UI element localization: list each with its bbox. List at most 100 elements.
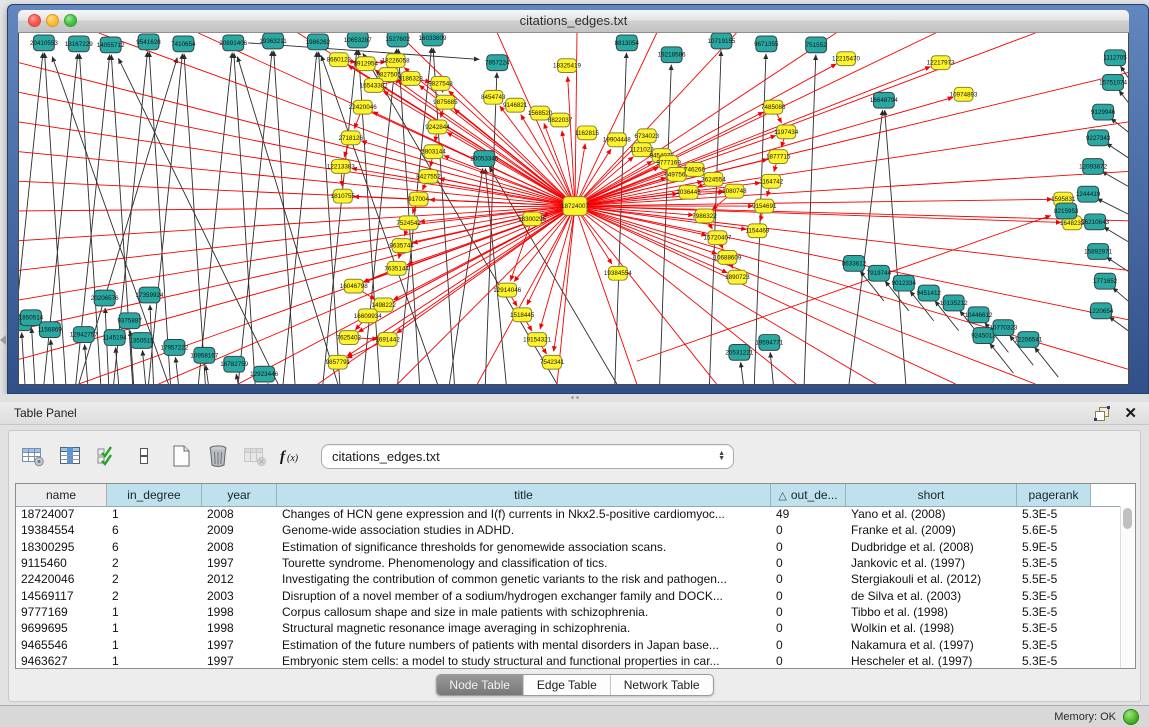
network-node[interactable]: 18226058: [382, 54, 410, 68]
network-node[interactable]: 10688609: [713, 251, 741, 265]
column-header-out-de-[interactable]: △out_de...: [771, 484, 846, 506]
network-node[interactable]: 7635144: [384, 261, 409, 275]
network-node[interactable]: 10770323: [989, 320, 1017, 336]
network-node[interactable]: 9154691: [752, 199, 777, 213]
network-node[interactable]: 9635744: [389, 239, 414, 253]
network-node[interactable]: 1350515: [129, 333, 154, 349]
network-node[interactable]: 9242844: [425, 120, 450, 134]
divider-grip-icon[interactable]: [570, 395, 580, 400]
network-node[interactable]: 7524542: [396, 216, 421, 230]
delete-column-button[interactable]: [204, 443, 232, 469]
network-node[interactable]: 1691442: [375, 333, 400, 347]
network-node[interactable]: 1220654: [1089, 303, 1114, 319]
network-node[interactable]: 1877715: [766, 150, 791, 164]
network-node[interactable]: 917004: [408, 192, 429, 206]
network-window-titlebar[interactable]: citations_edges.txt: [18, 10, 1129, 33]
network-node[interactable]: 12217973: [927, 56, 955, 70]
table-row[interactable]: 969969511998Structural magnetic resonanc…: [16, 620, 1121, 636]
show-columns-button[interactable]: [56, 443, 84, 469]
network-node[interactable]: 16033809: [419, 33, 447, 46]
network-node[interactable]: 9375887: [117, 313, 142, 329]
network-node[interactable]: 8454743: [481, 90, 506, 104]
network-node[interactable]: 746266: [684, 163, 705, 177]
table-mode-button[interactable]: [19, 443, 47, 469]
table-row[interactable]: 977716911998Corpus callosum shape and si…: [16, 604, 1121, 620]
network-node[interactable]: 1080748: [722, 184, 747, 198]
network-node[interactable]: 1145194: [103, 330, 127, 346]
scrollbar-thumb[interactable]: [1123, 508, 1132, 529]
column-header-short[interactable]: short: [846, 484, 1017, 506]
network-node[interactable]: 7542341: [540, 355, 565, 369]
network-node[interactable]: 2036445: [676, 185, 701, 199]
network-node[interactable]: 19154321: [523, 333, 551, 347]
network-node[interactable]: 7625402: [337, 331, 362, 345]
network-node[interactable]: 1197434: [774, 125, 798, 139]
network-node[interactable]: 8633612: [842, 255, 867, 271]
network-node[interactable]: 10446612: [965, 307, 993, 323]
function-builder-button[interactable]: f (x): [278, 443, 306, 469]
split-divider[interactable]: [0, 394, 1149, 402]
network-node[interactable]: 19594771: [755, 335, 783, 351]
table-row[interactable]: 946362711997Embryonic stem cells: a mode…: [16, 653, 1121, 668]
network-node[interactable]: 10653287: [344, 33, 372, 48]
network-node[interactable]: 19218586: [658, 47, 686, 63]
network-node[interactable]: 12206541: [1014, 332, 1042, 348]
network-canvas[interactable]: 1872400786601238912954182260589827505165…: [18, 33, 1129, 385]
network-graph[interactable]: 1872400786601238912954182260589827505165…: [19, 33, 1128, 384]
network-node[interactable]: 1244419: [1076, 186, 1101, 202]
column-header-name[interactable]: name: [16, 484, 107, 506]
network-node[interactable]: 1162815: [575, 126, 599, 140]
network-node[interactable]: 19363211: [259, 33, 287, 49]
row-height-button[interactable]: [130, 443, 158, 469]
network-node[interactable]: 10958167: [190, 347, 218, 363]
tab-network-table[interactable]: Network Table: [610, 675, 713, 695]
column-header-in-degree[interactable]: in_degree: [107, 484, 202, 506]
table-row[interactable]: 946554611997Estimation of the future num…: [16, 636, 1121, 652]
table-row[interactable]: 1872400712008Changes of HCN gene express…: [16, 506, 1121, 522]
network-node[interactable]: 20206576: [91, 290, 119, 306]
network-node[interactable]: 16782759: [220, 356, 248, 372]
network-node[interactable]: 1518445: [510, 308, 535, 322]
network-node[interactable]: 9227343: [1086, 130, 1111, 146]
network-node[interactable]: 10974893: [950, 87, 978, 101]
network-node[interactable]: 8186328: [398, 72, 423, 86]
column-header-pagerank[interactable]: pagerank: [1017, 484, 1091, 506]
network-node[interactable]: 18724007: [561, 197, 589, 216]
network-node[interactable]: 1890723: [725, 270, 750, 284]
network-node[interactable]: 16648794: [870, 92, 898, 108]
panel-collapse-arrow-icon[interactable]: [0, 335, 6, 345]
network-node[interactable]: 9146821: [503, 98, 528, 112]
network-node[interactable]: 15720407: [704, 231, 732, 245]
vertical-scrollbar[interactable]: [1120, 506, 1135, 668]
network-node[interactable]: 20410553: [30, 35, 58, 51]
network-node[interactable]: 9451412: [916, 285, 941, 301]
tab-edge-table[interactable]: Edge Table: [523, 675, 610, 695]
network-node[interactable]: 1527602: [385, 33, 410, 47]
network-node[interactable]: 16210643: [1081, 214, 1109, 230]
network-node[interactable]: 1154469: [745, 224, 769, 238]
network-node[interactable]: 8427552: [416, 169, 441, 183]
network-node[interactable]: 12923446: [250, 366, 278, 382]
network-node[interactable]: 7485086: [761, 100, 786, 114]
float-window-icon[interactable]: [1094, 406, 1110, 421]
table-row[interactable]: 1456911722003Disruption of a novel membe…: [16, 587, 1121, 603]
network-node[interactable]: 6734023: [635, 129, 660, 143]
network-node[interactable]: 9827548: [428, 77, 453, 91]
network-node[interactable]: 20891406: [219, 35, 247, 51]
close-panel-icon[interactable]: ✕: [1124, 406, 1137, 421]
network-node[interactable]: 9671355: [754, 36, 779, 52]
network-node[interactable]: 7857224: [485, 55, 510, 71]
tab-node-table[interactable]: Node Table: [436, 675, 523, 695]
column-header-year[interactable]: year: [202, 484, 277, 506]
network-node[interactable]: 20531221: [725, 344, 753, 360]
network-node[interactable]: 9857791: [326, 355, 351, 369]
network-node[interactable]: 8660123: [327, 53, 352, 67]
network-node[interactable]: 7986322: [692, 209, 717, 223]
table-row[interactable]: 1830029562008Estimation of significance …: [16, 539, 1121, 555]
network-node[interactable]: 1112705: [1103, 50, 1127, 66]
network-node[interactable]: 10719155: [708, 33, 736, 49]
select-columns-button[interactable]: [93, 443, 121, 469]
network-node[interactable]: 17957222: [160, 340, 188, 356]
network-node[interactable]: 12215470: [832, 52, 860, 66]
network-node[interactable]: 2718126: [339, 131, 364, 145]
